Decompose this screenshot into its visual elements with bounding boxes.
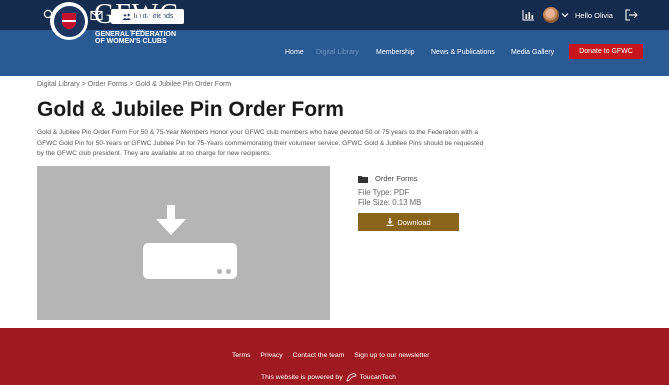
nav-media-gallery[interactable]: Media Gallery (511, 49, 554, 56)
brand-name[interactable]: GFWC (94, 1, 179, 29)
file-type: File Type: PDF (358, 188, 410, 197)
footer-link-privacy[interactable]: Privacy (260, 352, 282, 359)
footer-link-terms[interactable]: Terms (232, 352, 251, 359)
folder-icon (358, 176, 368, 183)
chart-icon[interactable] (521, 8, 535, 22)
download-button[interactable]: Download (358, 213, 459, 231)
download-arrow-icon (156, 205, 186, 235)
powered-by-brand[interactable]: ToucanTech (360, 374, 396, 381)
nav-home[interactable]: Home (285, 49, 304, 56)
page-description: Gold & Jubilee Pin Order Form For 50 & 7… (37, 129, 484, 157)
download-icon (386, 218, 394, 226)
donate-button[interactable]: Donate to GFWC (569, 44, 643, 59)
breadcrumb[interactable]: Digital Library > Order Forms > Gold & J… (37, 81, 231, 88)
download-label: Download (397, 217, 431, 227)
download-tray-icon (143, 243, 237, 279)
user-greeting[interactable]: Hello Olivia (575, 11, 613, 20)
powered-by: This website is powered by ToucanTech (261, 373, 396, 382)
footer-link-contact[interactable]: Contact the team (293, 352, 345, 359)
brand-line-2: GENERAL FEDERATION (95, 31, 177, 38)
brand-line-3: OF WOMEN'S CLUBS (95, 38, 167, 45)
nav-news-publications[interactable]: News & Publications (431, 49, 495, 56)
nav-digital-library[interactable]: Digital Library (316, 49, 359, 56)
gfwc-seal-logo[interactable] (50, 2, 88, 40)
nav-membership[interactable]: Membership (376, 49, 415, 56)
file-category[interactable]: Order Forms (375, 174, 418, 183)
footer-links: Terms Privacy Contact the team Sign up t… (232, 352, 437, 359)
footer-link-newsletter[interactable]: Sign up to our newsletter (354, 352, 429, 359)
page-title: Gold & Jubilee Pin Order Form (37, 98, 344, 121)
file-size: File Size: 0.13 MB (358, 198, 422, 207)
chevron-down-icon[interactable] (561, 11, 569, 19)
powered-by-text: This website is powered by (261, 374, 343, 381)
logout-icon[interactable] (624, 8, 638, 22)
user-avatar[interactable] (543, 7, 559, 23)
toucantech-logo-icon[interactable] (346, 373, 357, 382)
